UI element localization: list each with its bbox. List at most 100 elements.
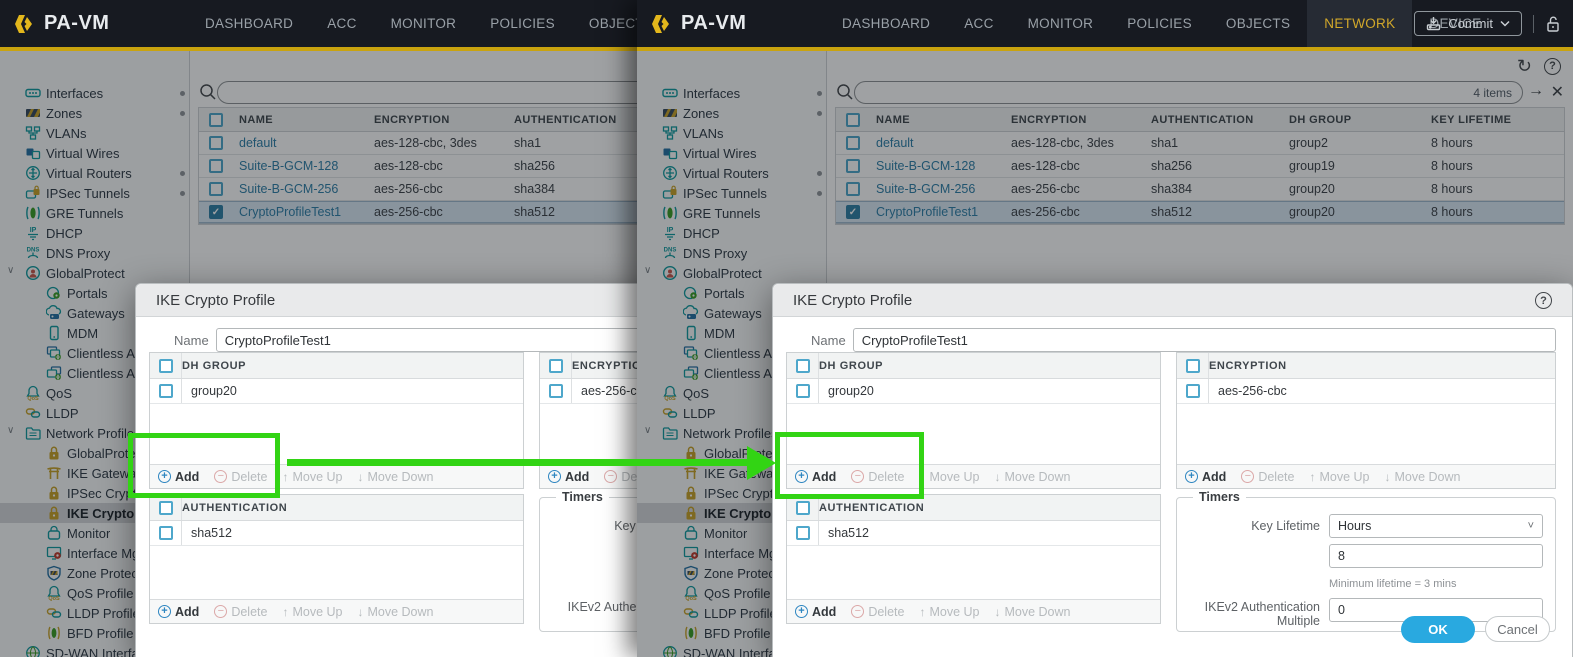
chevron-down-icon: ˅ [1528,520,1534,532]
arrow-down-icon: ↓ [1384,470,1390,484]
encryption-select-all-checkbox[interactable] [1186,359,1200,373]
move-up-button: ↑Move Up [282,470,342,484]
authentication-panel: AUTHENTICATION sha512 +Add −Delete ↑Move U… [149,494,524,624]
move-down-button: ↓Move Down [994,470,1070,484]
panel-row-value: sha512 [819,526,869,540]
ikev2-authentication-multiple-label: IKEv2 Authentication Multiple [552,598,637,628]
panel-row-aes-256-cbc[interactable]: aes-256-cbc [540,379,637,404]
key-lifetime-value-field[interactable] [1329,544,1543,568]
plus-circle-icon: + [795,470,808,483]
screenshot-canvas: PA-VM DASHBOARDACCMONITORPOLICIESOBJECTS… [0,0,1573,657]
ok-button[interactable]: OK [1401,616,1475,643]
panel-row-group20[interactable]: group20 [150,379,523,404]
delete-button: −Delete [604,470,637,484]
add-button[interactable]: +Add [795,605,836,619]
app-window-right: PA-VM DASHBOARDACCMONITORPOLICIESOBJECTS… [637,0,1573,657]
encryption-panel: ENCRYPTION aes-256-cbc +Add−Delete↑Move … [539,352,637,489]
unlock-icon[interactable] [1545,15,1561,33]
add-button[interactable]: +Add [1185,470,1226,484]
dh-group-select-all-checkbox[interactable] [159,359,173,373]
authentication-select-all-checkbox[interactable] [796,501,810,515]
minus-circle-icon: − [1241,470,1254,483]
panel-row-sha512[interactable]: sha512 [787,521,1160,546]
row-checkbox[interactable] [796,384,810,398]
nav-item-acc[interactable]: ACC [310,0,373,47]
nav-item-monitor[interactable]: MONITOR [374,0,474,47]
key-lifetime-label: Key Lifetime [552,514,637,538]
nav-item-network[interactable]: NETWORK [1307,0,1412,47]
panel-row-value: group20 [182,384,237,398]
nav-item-policies[interactable]: POLICIES [1110,0,1209,47]
add-button[interactable]: +Add [548,470,589,484]
minus-circle-icon: − [851,605,864,618]
delete-button: −Delete [1241,470,1294,484]
row-checkbox[interactable] [1186,384,1200,398]
add-button[interactable]: +Add [158,470,199,484]
cancel-button[interactable]: Cancel [1485,616,1550,642]
panel-row-sha512[interactable]: sha512 [150,521,523,546]
brand-name: PA-VM [681,12,746,35]
minus-circle-icon: − [214,470,227,483]
ike-crypto-profile-dialog: IKE Crypto Profile ? Name DH GROUP group… [772,283,1573,657]
dialog-help-icon[interactable]: ? [1535,292,1552,309]
arrow-up-icon: ↑ [919,470,925,484]
commit-button[interactable]: Commit [1414,11,1522,36]
arrow-up-icon: ↑ [282,605,288,619]
nav-item-objects[interactable]: OBJECTS [572,0,637,47]
nav-item-policies[interactable]: POLICIES [473,0,572,47]
minimum-lifetime-note: Minimum lifetime = 3 mins [1329,578,1456,590]
minus-circle-icon: − [214,605,227,618]
minus-circle-icon: − [851,470,864,483]
add-button[interactable]: +Add [158,605,199,619]
row-checkbox[interactable] [796,526,810,540]
name-label: Name [174,333,209,348]
dh-group-panel-title: DH GROUP [819,360,883,372]
move-up-button: ↑Move Up [282,605,342,619]
authentication-select-all-checkbox[interactable] [159,501,173,515]
move-up-button: ↑Move Up [919,470,979,484]
timers-legend: Timers [1193,490,1246,504]
row-checkbox[interactable] [159,384,173,398]
dh-group-select-all-checkbox[interactable] [796,359,810,373]
nav-item-dashboard[interactable]: DASHBOARD [825,0,947,47]
dh-group-panel: DH GROUP group20 +Add−Delete↑Move Up↓Mov… [149,352,524,489]
name-field[interactable] [853,328,1556,352]
name-field[interactable] [216,328,637,352]
move-up-button: ↑Move Up [1309,470,1369,484]
arrow-down-icon: ↓ [357,470,363,484]
plus-circle-icon: + [158,470,171,483]
chevron-down-icon [1500,20,1510,27]
delete-button: −Delete [214,605,267,619]
plus-circle-icon: + [548,470,561,483]
delete-button: −Delete [851,470,904,484]
key-lifetime-unit-select[interactable]: Hours ˅ [1329,514,1543,538]
dh-group-panel-title: DH GROUP [182,360,246,372]
nav-item-acc[interactable]: ACC [947,0,1010,47]
commit-icon [1426,16,1441,31]
row-checkbox[interactable] [549,384,563,398]
arrow-up-icon: ↑ [919,605,925,619]
nav-item-objects[interactable]: OBJECTS [1209,0,1307,47]
timers-section: Timers Key Lifetime Hours ˅ [539,490,637,632]
row-checkbox[interactable] [159,526,173,540]
authentication-panel-title: AUTHENTICATION [819,502,924,514]
authentication-panel-title: AUTHENTICATION [182,502,287,514]
app-window-left: PA-VM DASHBOARDACCMONITORPOLICIESOBJECTS… [0,0,637,657]
nav-separator [1533,15,1534,33]
arrow-down-icon: ↓ [357,605,363,619]
arrow-up-icon: ↑ [282,470,288,484]
delete-button: −Delete [851,605,904,619]
add-button[interactable]: +Add [795,470,836,484]
nav-item-monitor[interactable]: MONITOR [1011,0,1111,47]
encryption-select-all-checkbox[interactable] [549,359,563,373]
panel-row-group20[interactable]: group20 [787,379,1160,404]
panel-row-value: group20 [819,384,874,398]
nav-item-dashboard[interactable]: DASHBOARD [188,0,310,47]
timers-legend: Timers [556,490,609,504]
arrow-up-icon: ↑ [1309,470,1315,484]
dialog-title: IKE Crypto Profile [773,284,1572,317]
panel-row-aes-256-cbc[interactable]: aes-256-cbc [1177,379,1555,404]
move-down-button: ↓Move Down [357,470,433,484]
encryption-panel-title: ENCRYPTION [1209,360,1287,372]
pan-logo-icon [649,12,673,36]
